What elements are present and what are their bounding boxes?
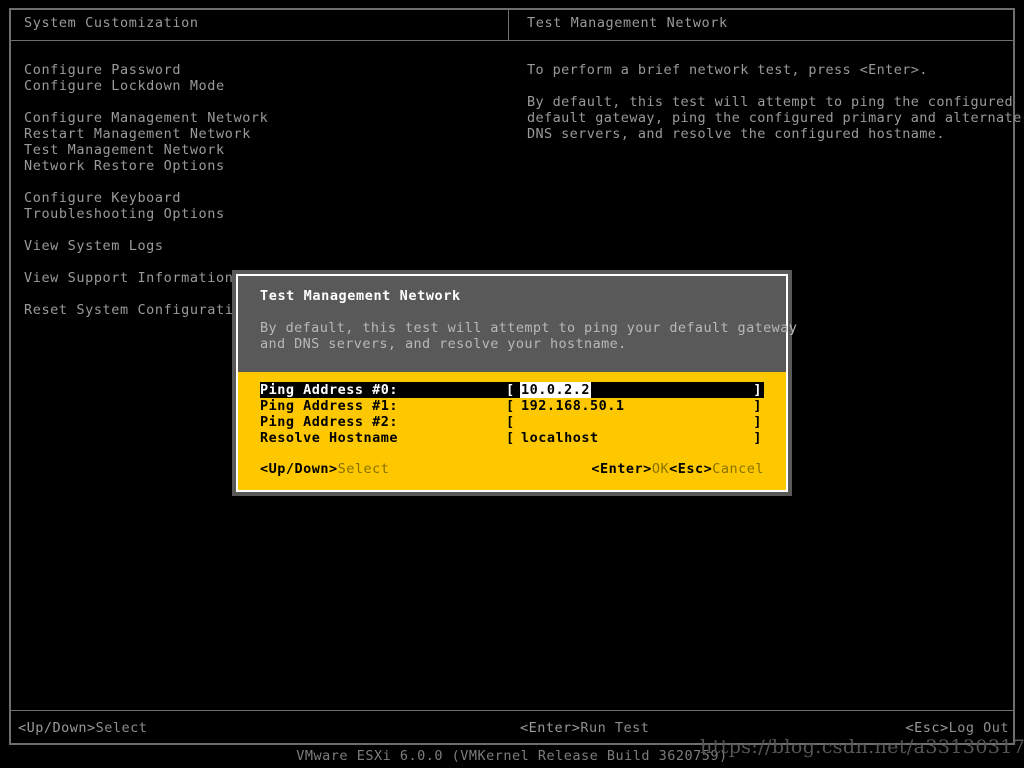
form-row-label: Ping Address #1: [260,398,506,414]
menu-item-restart-management-network[interactable]: Restart Management Network [24,126,444,142]
menu-item-test-management-network[interactable]: Test Management Network [24,142,444,158]
ping-address-form: Ping Address #0:[10.0.2.2]Ping Address #… [238,382,786,446]
field-bracket-close: ] [753,414,762,430]
form-row-field[interactable]: [10.0.2.2] [506,382,762,398]
ok-action-label: OK [652,461,669,477]
left-panel-title: System Customization [24,15,199,31]
form-row-label: Ping Address #2: [260,414,506,430]
select-action-label: Select [338,461,390,477]
form-row-0[interactable]: Ping Address #0:[10.0.2.2] [260,382,764,398]
menu-group-gap [24,174,444,190]
help-text-line: To perform a brief network test, press <… [527,62,1007,78]
form-row-field[interactable]: [192.168.50.1] [506,398,762,414]
help-text-line: DNS servers, and resolve the configured … [527,126,1007,142]
field-bracket-open: [ [506,414,520,430]
test-management-network-dialog: Test Management Network By default, this… [232,270,792,496]
menu-item-configure-management-network[interactable]: Configure Management Network [24,110,444,126]
header-separator [11,40,1013,41]
menu-item-configure-lockdown-mode[interactable]: Configure Lockdown Mode [24,78,444,94]
dialog-header: Test Management Network By default, this… [238,276,786,372]
menu-item-network-restore-options[interactable]: Network Restore Options [24,158,444,174]
help-text-line: default gateway, ping the configured pri… [527,110,1007,126]
menu-group-gap [24,254,444,270]
esc-key-label: <Esc> [669,461,712,477]
menu-group-gap [24,94,444,110]
statusbar-select-hint[interactable]: <Up/Down>Select [18,718,147,738]
field-value[interactable]: 10.0.2.2 [520,382,591,398]
help-text-line: By default, this test will attempt to pi… [527,94,1007,110]
statusbar-enter-key: <Enter> [520,720,580,736]
form-row-label: Resolve Hostname [260,430,506,446]
statusbar-select-action: Select [96,720,148,736]
dialog-description: By default, this test will attempt to pi… [260,320,786,352]
form-row-3[interactable]: Resolve Hostname[localhost] [260,430,764,446]
form-row-label: Ping Address #0: [260,382,506,398]
dialog-select-hint: <Up/Down>Select [260,461,389,477]
form-row-2[interactable]: Ping Address #2:[] [260,414,764,430]
menu-item-configure-keyboard[interactable]: Configure Keyboard [24,190,444,206]
field-value[interactable]: 192.168.50.1 [520,398,626,414]
dialog-description-line: By default, this test will attempt to pi… [260,320,786,336]
status-bar: <Up/Down>Select <Enter>Run Test <Esc>Log… [11,718,1013,738]
statusbar-runtest-action: Run Test [580,720,649,736]
field-bracket-close: ] [753,382,762,398]
statusbar-updown-key: <Up/Down> [18,720,96,736]
form-row-1[interactable]: Ping Address #1:[192.168.50.1] [260,398,764,414]
field-value[interactable]: localhost [520,430,600,446]
statusbar-runtest-hint[interactable]: <Enter>Run Test [520,718,649,738]
dialog-title-spacer [260,306,786,320]
statusbar-logout-action: Log Out [949,720,1009,736]
cancel-action-label: Cancel [712,461,764,477]
console-frame-left [9,8,11,745]
field-bracket-close: ] [753,430,762,446]
esxi-dcui-screen: System Customization Test Management Net… [0,0,1024,768]
dialog-title: Test Management Network [260,288,786,306]
menu-group-gap [24,222,444,238]
help-panel: To perform a brief network test, press <… [527,62,1007,142]
form-row-field[interactable]: [localhost] [506,430,762,446]
menu-item-view-system-logs[interactable]: View System Logs [24,238,444,254]
menu-item-troubleshooting-options[interactable]: Troubleshooting Options [24,206,444,222]
field-bracket-close: ] [753,398,762,414]
form-row-field[interactable]: [] [506,414,762,430]
field-bracket-open: [ [506,430,520,446]
dialog-keyhints: <Up/Down>Select <Enter>OK<Esc>Cancel [260,460,764,478]
menu-item-configure-password[interactable]: Configure Password [24,62,444,78]
panel-divider [508,10,509,40]
right-panel-title: Test Management Network [527,15,728,31]
help-paragraph-gap [527,78,1007,94]
statusbar-logout-hint[interactable]: <Esc>Log Out [905,718,1009,738]
field-bracket-open: [ [506,382,520,398]
dialog-description-line: and DNS servers, and resolve your hostna… [260,336,786,352]
enter-key-label: <Enter> [591,461,651,477]
watermark: https://blog.csdn.net/a33130317 [700,736,1024,758]
dialog-body: Ping Address #0:[10.0.2.2]Ping Address #… [238,372,786,490]
console-frame-top [9,8,1015,10]
dialog-footer-spacer [238,446,786,460]
updown-key-label: <Up/Down> [260,461,338,477]
statusbar-esc-key: <Esc> [905,720,948,736]
dialog-confirm-hints: <Enter>OK<Esc>Cancel [591,460,764,478]
field-bracket-open: [ [506,398,520,414]
statusbar-separator [11,710,1013,711]
